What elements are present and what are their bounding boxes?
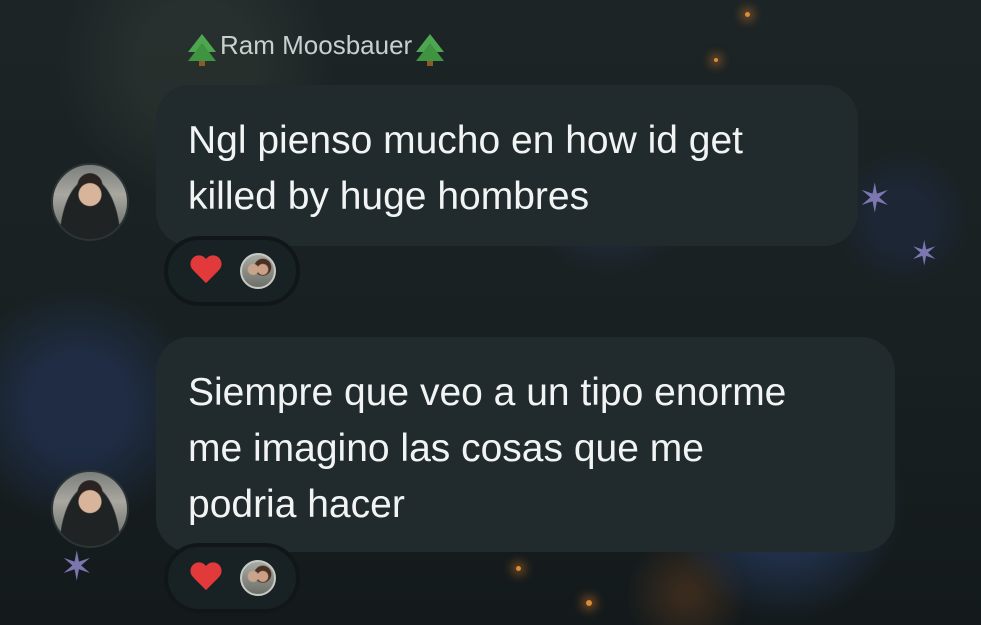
message-text-line: podria hacer (188, 483, 405, 526)
flower-decoration-icon: ✶ (910, 234, 939, 274)
message-bubble[interactable]: Ngl pienso mucho en how id get killed by… (156, 85, 858, 246)
flower-decoration-icon: ✶ (858, 176, 892, 222)
message-reactions[interactable] (164, 543, 300, 613)
reactor-avatar (240, 560, 276, 596)
wallpaper-glow (516, 566, 521, 571)
message-reactions[interactable] (164, 236, 300, 306)
sender-avatar[interactable] (51, 470, 129, 548)
message-text-line: killed by huge hombres (188, 175, 590, 218)
red-heart-icon (190, 256, 222, 286)
message-bubble[interactable]: Siempre que veo a un tipo enorme me imag… (156, 337, 895, 552)
wallpaper-glow (745, 12, 750, 17)
sender-avatar[interactable] (51, 163, 129, 241)
wallpaper-glow (586, 600, 592, 606)
message-text-line: me imagino las cosas que me (188, 427, 704, 470)
message-text-line: Siempre que veo a un tipo enorme (188, 371, 787, 414)
sender-header: Ram Moosbauer (186, 30, 446, 66)
red-heart-icon (190, 563, 222, 593)
wallpaper-glow (714, 58, 718, 62)
flower-decoration-icon: ✶ (60, 544, 94, 590)
sender-name[interactable]: Ram Moosbauer (220, 30, 412, 61)
reactor-avatar (240, 253, 276, 289)
message-text-line: Ngl pienso mucho en how id get (188, 119, 744, 162)
